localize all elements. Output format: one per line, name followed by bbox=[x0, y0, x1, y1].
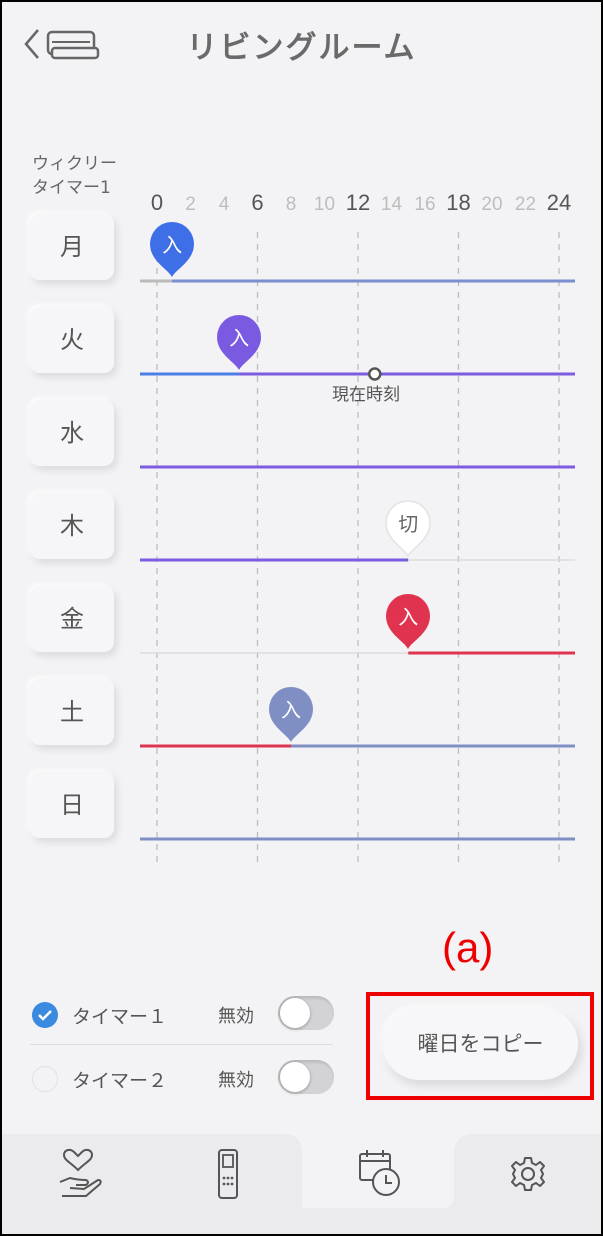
toggle-knob bbox=[280, 998, 310, 1028]
timer-1-checkbox[interactable] bbox=[32, 1002, 58, 1028]
weekly-timer-label: ウィクリー タイマー1 bbox=[32, 154, 117, 198]
bottom-nav bbox=[2, 1134, 601, 1234]
pin-label: 入 bbox=[229, 326, 250, 350]
day-button[interactable]: 金 bbox=[30, 586, 114, 652]
timer-event-pin[interactable]: 入 bbox=[384, 593, 432, 651]
nav-settings[interactable] bbox=[488, 1146, 568, 1206]
app-screen: リビングルーム ウィクリー タイマー1 0 2 4 6 8 10 12 14 16 18 20 22 2… bbox=[0, 0, 603, 1236]
day-button[interactable]: 日 bbox=[30, 772, 114, 838]
toggle-knob bbox=[280, 1062, 310, 1092]
timer-2-toggle[interactable] bbox=[278, 1060, 334, 1094]
remote-icon bbox=[218, 1149, 238, 1199]
pin-label: 入 bbox=[162, 233, 183, 257]
timer-1-name: タイマー１ bbox=[72, 1006, 168, 1028]
copy-days-button[interactable]: 曜日をコピー bbox=[383, 1008, 578, 1080]
pin-label: 入 bbox=[281, 698, 301, 722]
timer-event-pin[interactable]: 入 bbox=[215, 314, 263, 372]
check-icon bbox=[38, 1010, 52, 1021]
home-care-icon bbox=[59, 1148, 102, 1197]
nav-remote[interactable] bbox=[188, 1146, 268, 1206]
day-button[interactable]: 水 bbox=[30, 400, 114, 466]
settings-gear-icon bbox=[511, 1157, 545, 1191]
current-time-label: 現在時刻 bbox=[332, 385, 400, 405]
nav-home-care[interactable] bbox=[38, 1146, 118, 1206]
pin-label: 入 bbox=[398, 605, 419, 629]
timer-2-name: タイマー２ bbox=[72, 1070, 168, 1092]
timer-2-checkbox[interactable] bbox=[32, 1066, 58, 1092]
day-button[interactable]: 木 bbox=[30, 493, 114, 559]
nav-timer[interactable] bbox=[338, 1146, 418, 1206]
timer-event-pin[interactable]: 入 bbox=[148, 221, 196, 279]
timer-1-state: 無効 bbox=[218, 1006, 254, 1027]
timer-calendar-icon bbox=[359, 1150, 400, 1196]
day-button[interactable]: 火 bbox=[30, 307, 114, 373]
timer-row-1: タイマー１ 無効 bbox=[30, 992, 335, 1040]
page-title: リビングルーム bbox=[186, 30, 417, 66]
day-button[interactable]: 月 bbox=[30, 214, 114, 280]
timer-row-2: タイマー２ 無効 bbox=[30, 1056, 335, 1104]
annotation-label: (a) bbox=[442, 924, 494, 971]
timer-event-pin[interactable]: 切 bbox=[384, 500, 432, 558]
timer-1-toggle[interactable] bbox=[278, 996, 334, 1030]
timer-event-pin[interactable]: 入 bbox=[267, 686, 315, 744]
hour-label: 24 bbox=[546, 190, 572, 215]
pin-label: 切 bbox=[398, 512, 419, 536]
current-time-marker bbox=[368, 367, 382, 381]
divider bbox=[30, 1044, 333, 1045]
day-button[interactable]: 土 bbox=[30, 679, 114, 745]
timer-2-state: 無効 bbox=[218, 1070, 254, 1091]
